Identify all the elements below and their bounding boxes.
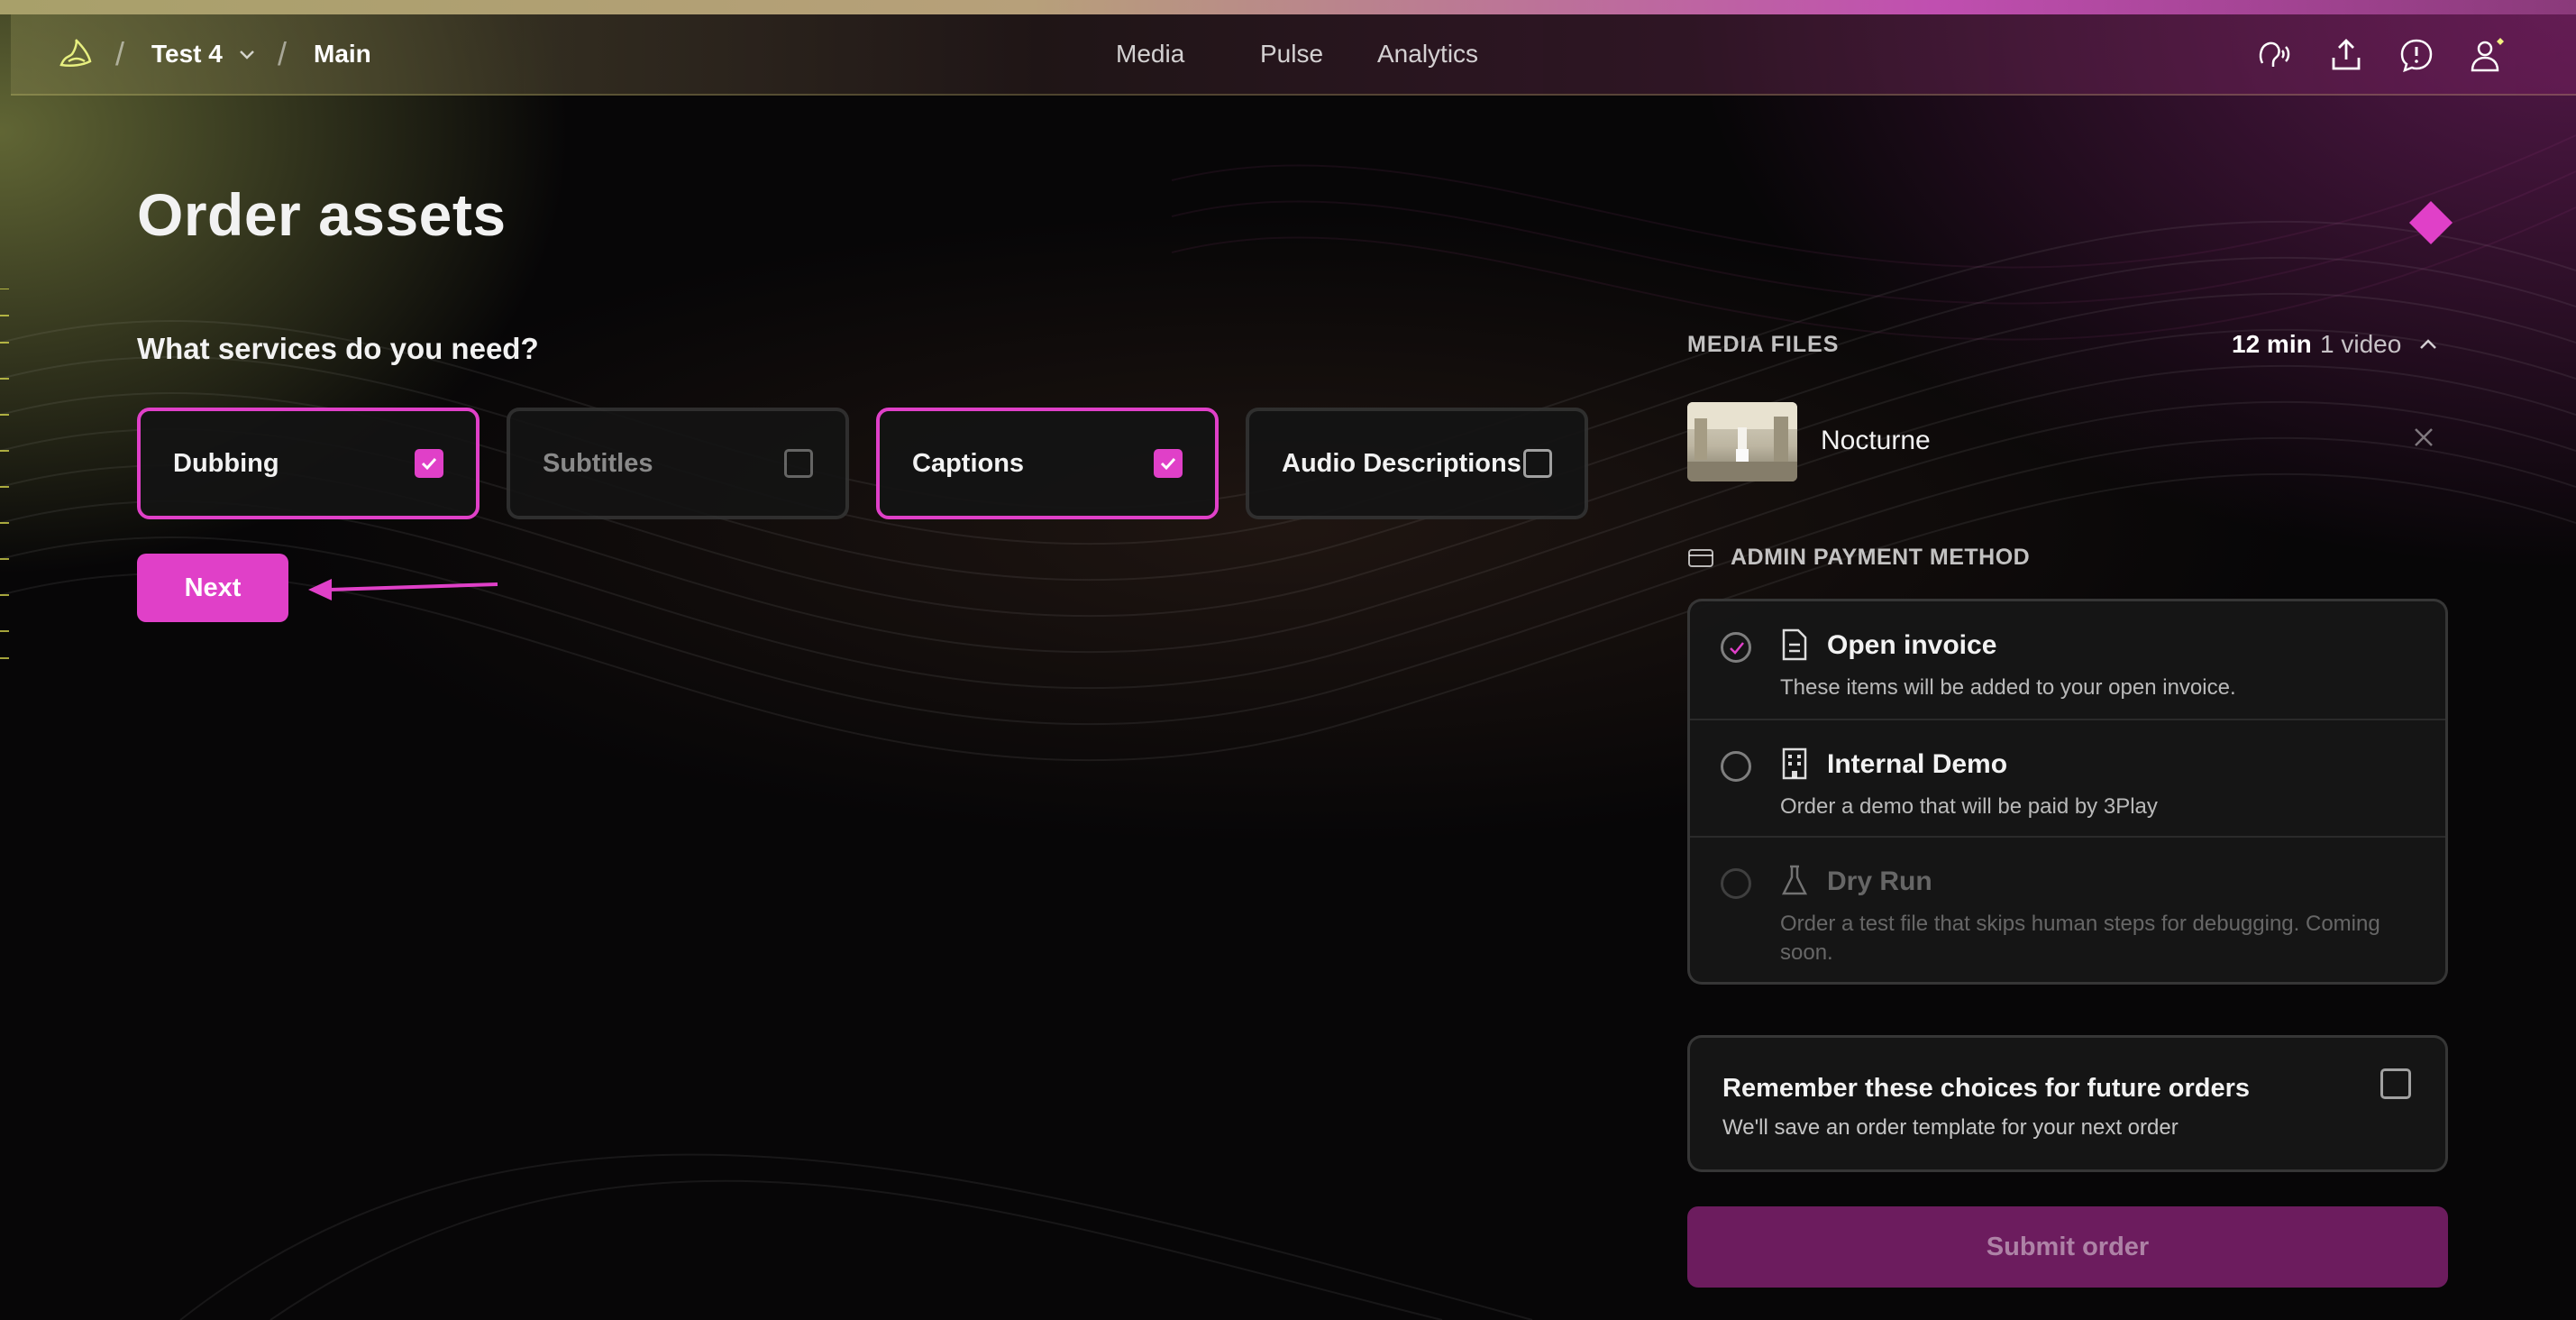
document-icon	[1782, 628, 1807, 661]
remember-checkbox[interactable]	[2380, 1068, 2411, 1099]
chevron-down-icon	[239, 50, 254, 60]
payment-option-internal-demo[interactable]: Internal Demo Order a demo that will be …	[1690, 719, 2445, 838]
submit-order-button[interactable]: Submit order	[1687, 1206, 2448, 1288]
app-logo-icon[interactable]	[56, 34, 96, 74]
remember-title: Remember these choices for future orders	[1722, 1074, 2251, 1103]
service-label: Audio Descriptions	[1282, 448, 1521, 478]
option-description: Order a test file that skips human steps…	[1780, 912, 2380, 965]
nav-link-media[interactable]: Media	[1116, 40, 1184, 69]
option-description: These items will be added to your open i…	[1780, 675, 2236, 700]
next-button[interactable]: Next	[137, 554, 288, 622]
page-title: Order assets	[137, 181, 507, 248]
check-icon	[421, 457, 437, 471]
media-duration: 12 min	[2232, 330, 2312, 358]
close-icon[interactable]	[2412, 426, 2435, 449]
option-title: Open invoice	[1827, 630, 1997, 660]
payment-option-open-invoice[interactable]: Open invoice These items will be added t…	[1690, 601, 2445, 719]
media-item-name: Nocturne	[1821, 426, 1931, 455]
payment-method-title: ADMIN PAYMENT METHOD	[1731, 545, 2031, 570]
option-description: Order a demo that will be paid by 3Play	[1780, 794, 2158, 819]
upload-icon[interactable]	[2327, 36, 2365, 74]
check-icon	[1160, 457, 1176, 471]
top-nav: / Test 4 / Main Media Pulse Analytics	[11, 14, 2576, 96]
credit-card-icon	[1688, 549, 1713, 567]
service-option-captions[interactable]: Captions	[876, 408, 1219, 519]
service-checkbox[interactable]	[1154, 449, 1183, 478]
payment-option-dry-run: Dry Run Order a test file that skips hum…	[1690, 836, 2445, 982]
radio-disabled	[1721, 868, 1751, 899]
check-icon	[1730, 642, 1744, 655]
nav-link-pulse[interactable]: Pulse	[1260, 40, 1323, 69]
chevron-up-icon[interactable]	[2416, 332, 2441, 357]
workspace-label: Test 4	[151, 40, 223, 68]
breadcrumb-separator: /	[278, 35, 288, 72]
service-option-audio-descriptions[interactable]: Audio Descriptions	[1246, 408, 1588, 519]
pointer-arrow-icon	[308, 579, 498, 600]
option-title: Dry Run	[1827, 866, 1932, 896]
service-checkbox[interactable]	[415, 449, 443, 478]
nav-link-analytics[interactable]: Analytics	[1377, 40, 1478, 69]
remember-choices-card[interactable]: Remember these choices for future orders…	[1687, 1035, 2448, 1172]
radio-selected[interactable]	[1721, 632, 1751, 663]
building-icon	[1782, 747, 1807, 780]
services-question: What services do you need?	[137, 332, 539, 365]
service-label: Subtitles	[543, 448, 653, 478]
media-count: 1 video	[2320, 330, 2402, 358]
flask-icon	[1781, 865, 1808, 895]
user-icon[interactable]	[2468, 36, 2506, 74]
option-title: Internal Demo	[1827, 749, 2008, 779]
service-option-subtitles[interactable]: Subtitles	[507, 408, 849, 519]
edge-ticks	[0, 289, 9, 659]
breadcrumb-workspace[interactable]: Test 4	[151, 14, 257, 94]
radio-unselected[interactable]	[1721, 751, 1751, 782]
service-checkbox[interactable]	[784, 449, 813, 478]
feedback-icon[interactable]	[2398, 36, 2435, 74]
service-checkbox[interactable]	[1523, 449, 1552, 478]
media-thumbnail	[1687, 402, 1797, 481]
remember-description: We'll save an order template for your ne…	[1722, 1115, 2179, 1140]
service-label: Dubbing	[173, 448, 279, 478]
payment-options: Open invoice These items will be added t…	[1687, 599, 2448, 985]
service-label: Captions	[912, 448, 1025, 478]
service-option-dubbing[interactable]: Dubbing	[137, 408, 480, 519]
top-accent-strip	[0, 0, 2576, 14]
voice-icon[interactable]	[2255, 36, 2293, 74]
breadcrumb-separator: /	[115, 35, 125, 72]
breadcrumb-project[interactable]: Main	[314, 14, 371, 94]
media-files-title: MEDIA FILES	[1687, 332, 1840, 357]
